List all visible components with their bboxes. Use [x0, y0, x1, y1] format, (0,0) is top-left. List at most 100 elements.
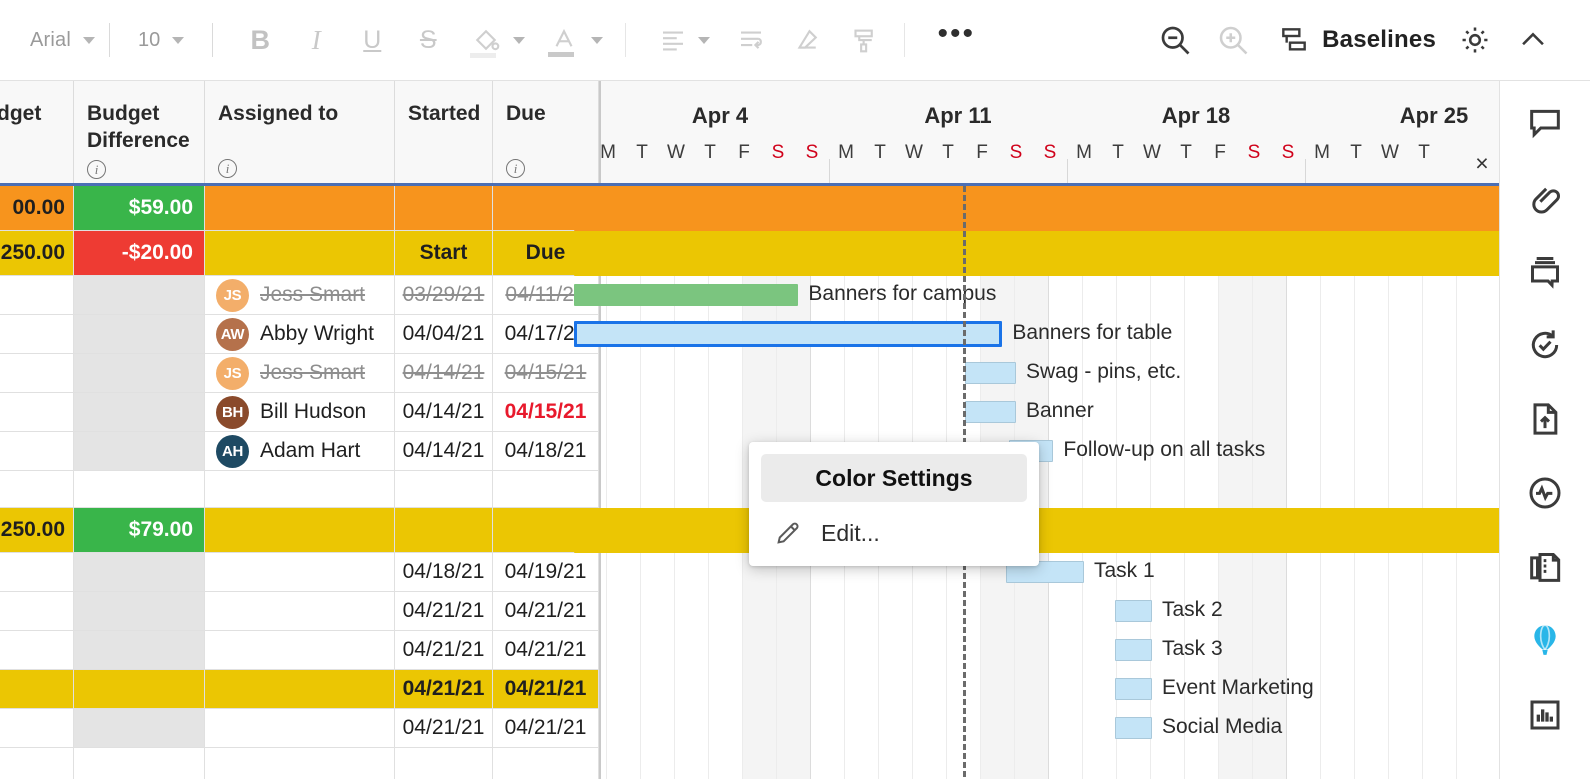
cell-budget[interactable]	[0, 276, 74, 315]
gantt-bar[interactable]	[965, 362, 1016, 384]
italic-button[interactable]: I	[293, 17, 339, 63]
cell-assigned-to[interactable]	[205, 231, 395, 276]
cell-budget-difference[interactable]	[74, 393, 205, 432]
cell-started[interactable]	[395, 186, 493, 231]
cell-started[interactable]: 03/29/21	[395, 276, 493, 315]
cell-due[interactable]: 04/19/21	[493, 553, 599, 592]
update-requests-icon[interactable]	[1517, 317, 1573, 373]
summary-icon[interactable]	[1517, 539, 1573, 595]
gantt-bar[interactable]	[1114, 600, 1152, 622]
column-header-budget-difference[interactable]: Budget Difference i	[74, 81, 205, 183]
cell-started[interactable]: Start	[395, 231, 493, 276]
cell-budget-difference[interactable]	[74, 631, 205, 670]
wrap-text-icon[interactable]	[728, 17, 774, 63]
cell-budget[interactable]	[0, 592, 74, 631]
fill-color-icon[interactable]	[463, 17, 509, 63]
context-menu-edit-item[interactable]: Edit...	[749, 508, 1039, 558]
cell-started[interactable]	[395, 748, 493, 779]
table-row[interactable]: JS Jess Smart 04/14/21 04/15/21 Swag - pins,…	[0, 354, 1499, 393]
cell-budget[interactable]	[0, 631, 74, 670]
activity-log-icon[interactable]	[1517, 465, 1573, 521]
cell-budget-difference[interactable]: -$20.00	[74, 231, 205, 276]
cell-budget-difference[interactable]	[74, 354, 205, 393]
column-header-assigned-to[interactable]: Assigned to i	[205, 81, 395, 183]
chart-icon[interactable]	[1517, 687, 1573, 743]
cell-budget-difference[interactable]	[74, 709, 205, 748]
cell-gantt[interactable]	[574, 186, 1499, 231]
comments-icon[interactable]	[1517, 95, 1573, 151]
cell-budget[interactable]: 250.00	[0, 508, 74, 553]
gantt-bar[interactable]	[574, 284, 799, 306]
gantt-bar[interactable]	[965, 401, 1016, 423]
zoom-in-icon[interactable]	[1206, 13, 1260, 67]
table-row[interactable]: 04/21/21 04/21/21 Event Marketing	[0, 670, 1499, 709]
cell-budget[interactable]	[0, 432, 74, 471]
cell-budget-difference[interactable]	[74, 276, 205, 315]
cell-budget[interactable]	[0, 748, 74, 779]
proofs-icon[interactable]	[1517, 243, 1573, 299]
cell-due[interactable]: 04/21/21	[493, 631, 599, 670]
cell-gantt[interactable]: Task 3	[599, 631, 1499, 670]
cell-budget-difference[interactable]: $59.00	[74, 186, 205, 231]
cell-started[interactable]: 04/14/21	[395, 354, 493, 393]
cell-gantt[interactable]	[574, 508, 1499, 553]
cell-started[interactable]: 04/21/21	[395, 592, 493, 631]
cell-due[interactable]: 04/15/21	[493, 354, 599, 393]
format-painter-icon[interactable]	[840, 17, 886, 63]
cell-gantt[interactable]: Social Media	[599, 709, 1499, 748]
cell-assigned-to[interactable]	[205, 748, 395, 779]
cell-due[interactable]: 04/21/21	[493, 670, 599, 709]
table-row[interactable]: AW Abby Wright 04/04/21 04/17/21 Banners for…	[0, 315, 1499, 354]
cell-started[interactable]: 04/14/21	[395, 432, 493, 471]
cell-budget[interactable]	[0, 393, 74, 432]
cell-budget-difference[interactable]	[74, 471, 205, 508]
balloon-icon[interactable]	[1517, 613, 1573, 669]
column-header-due[interactable]: Due i	[493, 81, 599, 183]
close-icon[interactable]: ×	[1469, 150, 1495, 176]
cell-budget[interactable]: 250.00	[0, 231, 74, 276]
cell-started[interactable]: 04/14/21	[395, 393, 493, 432]
info-icon[interactable]: i	[87, 160, 106, 179]
publish-icon[interactable]	[1517, 391, 1573, 447]
cell-gantt[interactable]	[599, 748, 1499, 779]
table-row[interactable]: BH Bill Hudson 04/14/21 04/15/21 Banner	[0, 393, 1499, 432]
cell-gantt[interactable]: Task 2	[599, 592, 1499, 631]
cell-assigned-to[interactable]: JS Jess Smart	[205, 354, 395, 393]
cell-assigned-to[interactable]: JS Jess Smart	[205, 276, 395, 315]
cell-assigned-to[interactable]: BH Bill Hudson	[205, 393, 395, 432]
cell-assigned-to[interactable]: AH Adam Hart	[205, 432, 395, 471]
cell-budget-difference[interactable]	[74, 315, 205, 354]
cell-due[interactable]	[493, 471, 599, 508]
cell-budget-difference[interactable]	[74, 748, 205, 779]
cell-due[interactable]: 04/21/21	[493, 709, 599, 748]
cell-assigned-to[interactable]	[205, 186, 395, 231]
cell-assigned-to[interactable]	[205, 631, 395, 670]
column-header-budget[interactable]: Budget	[0, 81, 74, 183]
cell-budget-difference[interactable]	[74, 553, 205, 592]
cell-assigned-to[interactable]	[205, 553, 395, 592]
cell-budget[interactable]	[0, 315, 74, 354]
cell-gantt[interactable]: Banners for campus	[574, 276, 1499, 315]
clear-formatting-icon[interactable]	[784, 17, 830, 63]
gantt-bar[interactable]	[1114, 639, 1152, 661]
table-row[interactable]: 04/21/21 04/21/21 Social Media	[0, 709, 1499, 748]
cell-gantt[interactable]: Banners for table	[574, 315, 1499, 354]
bold-button[interactable]: B	[237, 17, 283, 63]
cell-budget-difference[interactable]	[74, 592, 205, 631]
cell-started[interactable]: 04/21/21	[395, 631, 493, 670]
zoom-out-icon[interactable]	[1148, 13, 1202, 67]
gantt-bar-selected[interactable]	[574, 321, 1003, 347]
gantt-bar[interactable]	[1114, 678, 1152, 700]
table-row[interactable]: 250.00 -$20.00 Start Due	[0, 231, 1499, 276]
cell-started[interactable]: 04/04/21	[395, 315, 493, 354]
font-family-selector[interactable]: Arial	[30, 29, 96, 52]
cell-gantt[interactable]: Event Marketing	[599, 670, 1499, 709]
cell-budget[interactable]	[0, 670, 74, 709]
attachments-icon[interactable]	[1517, 169, 1573, 225]
cell-due[interactable]: 04/21/21	[493, 592, 599, 631]
cell-budget[interactable]	[0, 471, 74, 508]
column-header-started[interactable]: Started	[395, 81, 493, 183]
cell-budget[interactable]	[0, 354, 74, 393]
cell-budget-difference[interactable]	[74, 432, 205, 471]
cell-due[interactable]: 04/18/21	[493, 432, 599, 471]
